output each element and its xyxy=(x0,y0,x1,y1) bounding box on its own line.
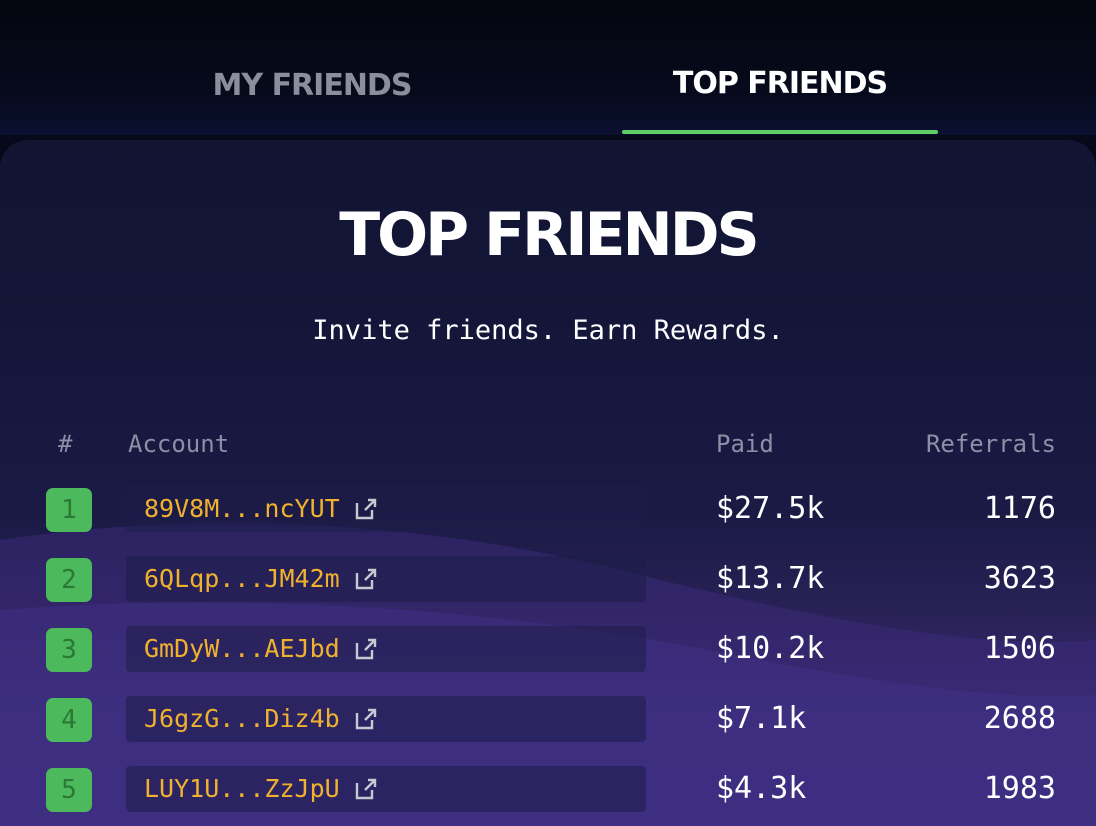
table-row: 3 GmDyW...AEJbd $10.2k 1506 xyxy=(0,626,1096,678)
external-link-icon[interactable] xyxy=(352,635,380,663)
referrals-value: 1983 xyxy=(983,771,1056,806)
account-link[interactable]: GmDyW...AEJbd xyxy=(144,634,380,663)
referrals-value: 2688 xyxy=(983,701,1056,736)
external-link-icon[interactable] xyxy=(352,565,380,593)
account-address: 6QLqp...JM42m xyxy=(144,564,340,593)
account-link[interactable]: J6gzG...Diz4b xyxy=(144,704,380,733)
external-link-icon[interactable] xyxy=(352,775,380,803)
rank-badge: 4 xyxy=(46,698,92,742)
paid-value: $4.3k xyxy=(716,771,807,806)
table-row: 1 89V8M...ncYUT $27.5k 1176 xyxy=(0,486,1096,538)
referrals-value: 1176 xyxy=(983,491,1056,526)
paid-value: $27.5k xyxy=(716,491,825,526)
table-row: 4 J6gzG...Diz4b $7.1k 2688 xyxy=(0,696,1096,748)
account-address: 89V8M...ncYUT xyxy=(144,494,340,523)
account-link[interactable]: 89V8M...ncYUT xyxy=(144,494,380,523)
referrals-value: 1506 xyxy=(983,631,1056,666)
account-link[interactable]: 6QLqp...JM42m xyxy=(144,564,380,593)
table-row: 5 LUY1U...ZzJpU $4.3k 1983 xyxy=(0,766,1096,818)
external-link-icon[interactable] xyxy=(352,495,380,523)
account-address: GmDyW...AEJbd xyxy=(144,634,340,663)
paid-value: $13.7k xyxy=(716,561,825,596)
column-header-referrals: Referrals xyxy=(925,430,1056,458)
tab-my-friends[interactable]: MY FRIENDS xyxy=(154,58,470,134)
page-title: TOP FRIENDS xyxy=(339,200,760,270)
page-subtitle: Invite friends. Earn Rewards. xyxy=(312,315,784,346)
account-address: J6gzG...Diz4b xyxy=(144,704,340,733)
rank-badge: 2 xyxy=(46,558,92,602)
paid-value: $10.2k xyxy=(716,631,825,666)
table-row: 2 6QLqp...JM42m $13.7k 3623 xyxy=(0,556,1096,608)
column-header-rank: # xyxy=(58,430,73,458)
paid-value: $7.1k xyxy=(716,701,807,736)
rank-badge: 3 xyxy=(46,628,92,672)
external-link-icon[interactable] xyxy=(352,705,380,733)
top-bar: MY FRIENDS TOP FRIENDS xyxy=(0,0,1096,135)
rank-badge: 1 xyxy=(46,488,92,532)
referrals-value: 3623 xyxy=(983,561,1056,596)
account-address: LUY1U...ZzJpU xyxy=(144,774,340,803)
rank-badge: 5 xyxy=(46,768,92,812)
account-link[interactable]: LUY1U...ZzJpU xyxy=(144,774,380,803)
column-header-paid: Paid xyxy=(716,430,774,458)
tab-top-friends[interactable]: TOP FRIENDS xyxy=(622,58,938,134)
column-header-account: Account xyxy=(128,430,230,458)
